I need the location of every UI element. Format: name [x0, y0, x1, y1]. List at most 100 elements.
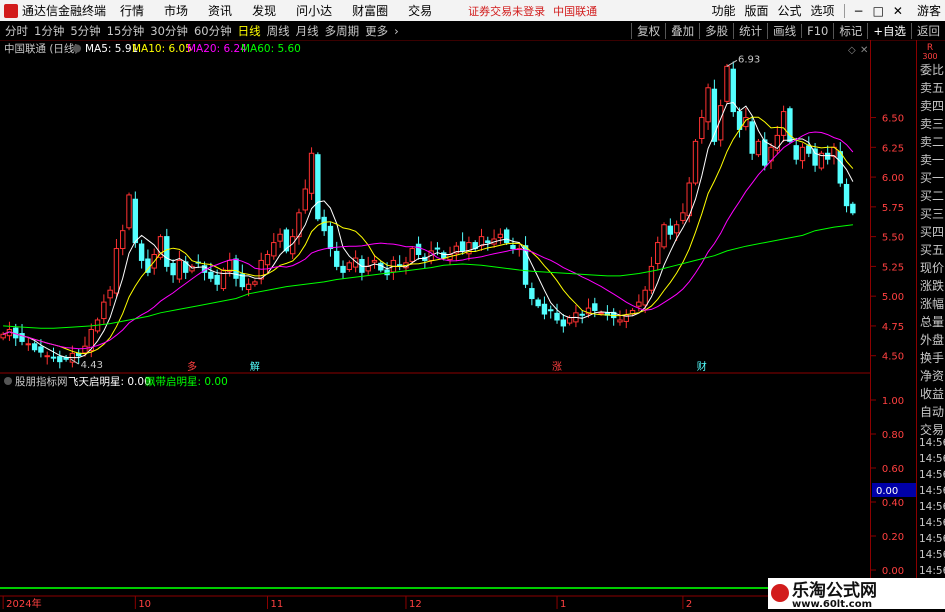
minimize-button[interactable]: − — [854, 4, 864, 18]
candle-body[interactable] — [724, 65, 730, 102]
candle-body[interactable] — [749, 121, 755, 154]
quote-label[interactable]: 现价 — [920, 261, 944, 275]
candle-body[interactable] — [409, 248, 415, 262]
candle-body[interactable] — [302, 188, 308, 211]
candle-body[interactable] — [308, 152, 315, 194]
candle-body[interactable] — [799, 146, 806, 162]
event-marker[interactable]: 解 — [250, 360, 260, 373]
candle-body[interactable] — [541, 303, 548, 315]
candle-body[interactable] — [346, 262, 353, 270]
candle-body[interactable] — [579, 313, 585, 316]
candle-body[interactable] — [19, 333, 25, 342]
tab-15min[interactable]: 15分钟 — [107, 23, 145, 39]
candle-body[interactable] — [340, 265, 346, 273]
quote-label[interactable]: 外盘 — [920, 332, 944, 347]
quote-label[interactable]: 涨跌 — [920, 278, 944, 293]
candle-body[interactable] — [120, 230, 126, 250]
quote-label[interactable]: 卖三 — [920, 117, 944, 131]
tab-multi-period[interactable]: 多周期 — [325, 23, 360, 39]
candle-body[interactable] — [667, 225, 674, 235]
quote-label[interactable]: 换手 — [920, 351, 944, 365]
candle-body[interactable] — [824, 152, 831, 160]
quote-label[interactable]: 买五 — [920, 243, 944, 257]
quote-label[interactable]: 卖二 — [920, 135, 944, 149]
multi-stock-button[interactable]: 多股 — [699, 22, 733, 39]
candle-body[interactable] — [415, 243, 422, 255]
menu-xuanxiang[interactable]: 选项 — [811, 2, 835, 19]
tab-more[interactable]: 更多 — [365, 23, 388, 39]
candle-body[interactable] — [252, 281, 258, 285]
candle-body[interactable] — [44, 355, 50, 358]
candle-body[interactable] — [661, 224, 667, 248]
candle-body[interactable] — [334, 250, 340, 267]
tab-fenshi[interactable]: 分时 — [5, 23, 28, 39]
candle-body[interactable] — [554, 312, 560, 321]
menu-shichang[interactable]: 市场 — [164, 2, 188, 19]
candle-body[interactable] — [327, 225, 334, 250]
fuquan-button[interactable]: 复权 — [631, 22, 665, 39]
candle-body[interactable] — [176, 259, 183, 280]
quote-label[interactable]: 收益 — [920, 387, 944, 401]
candle-body[interactable] — [107, 289, 113, 299]
overlay-button[interactable]: 叠加 — [665, 22, 699, 39]
quote-label[interactable]: 净资 — [920, 369, 944, 383]
quote-label[interactable]: 买一 — [920, 171, 944, 185]
candle-body[interactable] — [0, 333, 6, 339]
candle-body[interactable] — [434, 247, 441, 250]
candle-body[interactable] — [780, 111, 787, 136]
candle-body[interactable] — [548, 309, 554, 312]
candle-body[interactable] — [365, 265, 371, 272]
candle-body[interactable] — [25, 343, 32, 346]
candle-body[interactable] — [692, 140, 699, 184]
close-icon[interactable]: ✕ — [860, 45, 868, 56]
quote-label[interactable]: 委比 — [920, 63, 944, 77]
candle-body[interactable] — [170, 263, 176, 276]
tab-monthly[interactable]: 月线 — [296, 23, 319, 39]
candle-body[interactable] — [208, 271, 214, 279]
candle-body[interactable] — [220, 269, 227, 290]
quote-label[interactable]: 总量 — [920, 315, 944, 329]
tab-30min[interactable]: 30分钟 — [150, 23, 188, 39]
candle-body[interactable] — [592, 303, 598, 311]
event-marker[interactable]: 财 — [697, 360, 707, 373]
menu-wenxiaoda[interactable]: 问小达 — [296, 2, 332, 19]
candle-body[interactable] — [642, 289, 648, 306]
draw-line-button[interactable]: 画线 — [767, 22, 801, 39]
candle-body[interactable] — [38, 346, 44, 353]
candle-body[interactable] — [497, 233, 504, 239]
quote-label[interactable]: 交易 — [920, 422, 944, 437]
tab-daily[interactable]: 日线 — [238, 23, 261, 39]
candle-body[interactable] — [138, 243, 145, 261]
maximize-button[interactable]: □ — [873, 4, 884, 18]
candle-body[interactable] — [755, 140, 762, 156]
candle-body[interactable] — [850, 203, 856, 214]
candle-body[interactable] — [132, 198, 139, 244]
tab-1min[interactable]: 1分钟 — [34, 23, 64, 39]
user-label[interactable]: 游客 — [917, 2, 941, 19]
quote-label[interactable]: 买二 — [920, 189, 944, 203]
chart-area[interactable]: 中国联通 (日线) MA5: 5.91 MA10: 6.05 MA20: 6.2… — [0, 40, 945, 610]
candle-body[interactable] — [101, 301, 107, 320]
quote-label[interactable]: 卖一 — [920, 153, 944, 167]
quote-label[interactable]: 买三 — [920, 207, 944, 221]
quote-label[interactable]: 买四 — [920, 225, 944, 239]
candle-body[interactable] — [214, 274, 220, 285]
menu-gongshi[interactable]: 公式 — [777, 2, 801, 19]
candle-body[interactable] — [31, 343, 38, 351]
login-status[interactable]: 证券交易未登录 — [468, 3, 545, 19]
candle-body[interactable] — [699, 117, 705, 140]
candle-body[interactable] — [485, 240, 491, 244]
menu-faxian[interactable]: 发现 — [252, 2, 276, 19]
candle-body[interactable] — [164, 236, 170, 267]
tab-5min[interactable]: 5分钟 — [70, 23, 100, 39]
quote-label[interactable]: 卖五 — [920, 81, 944, 95]
candle-body[interactable] — [655, 242, 661, 265]
menu-gongneng[interactable]: 功能 — [711, 2, 735, 19]
candle-body[interactable] — [264, 253, 271, 266]
candle-body[interactable] — [837, 151, 843, 184]
candle-body[interactable] — [233, 258, 239, 279]
candle-body[interactable] — [617, 319, 623, 323]
kline-chart[interactable]: 中国联通 (日线) MA5: 5.91 MA10: 6.05 MA20: 6.2… — [0, 40, 945, 610]
candle-body[interactable] — [371, 259, 378, 263]
menu-zixun[interactable]: 资讯 — [208, 2, 232, 19]
